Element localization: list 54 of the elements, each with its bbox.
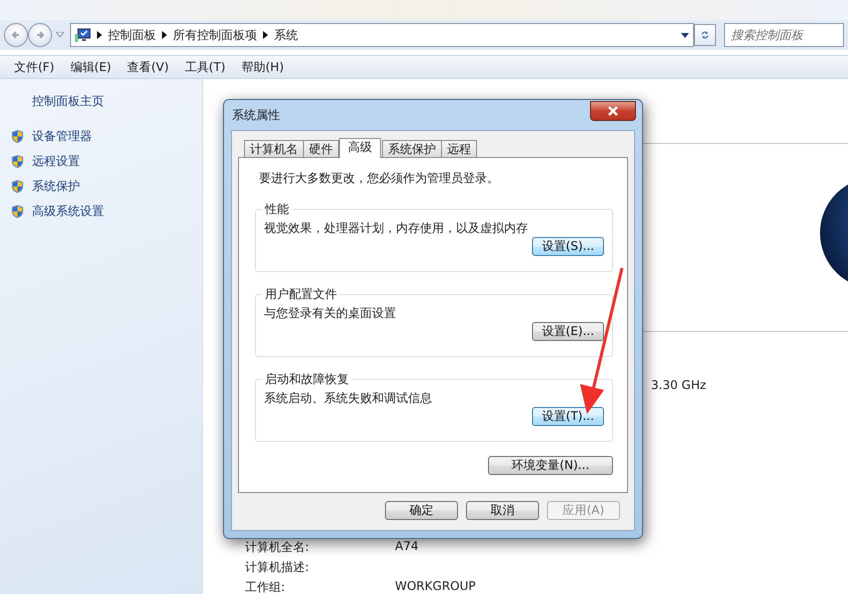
field-label: 工作组: — [245, 579, 286, 594]
breadcrumb-arrow-icon[interactable] — [162, 31, 167, 39]
breadcrumb-arrow-icon[interactable] — [263, 31, 268, 39]
address-bar[interactable]: 控制面板 所有控制面板项 系统 — [70, 23, 694, 47]
settings-button[interactable]: 设置(E)... — [532, 322, 604, 341]
shield-icon — [10, 154, 25, 169]
field-label: 计算机全名: — [245, 539, 310, 556]
dropdown-caret-icon[interactable] — [681, 32, 689, 38]
computer-monitor-icon — [75, 28, 91, 42]
group-title: 启动和故障恢复 — [264, 371, 350, 388]
field-label: 计算机描述: — [245, 559, 310, 576]
environment-variables-button[interactable]: 环境变量(N)... — [488, 456, 613, 475]
processor-speed: 3.30 GHz — [651, 378, 708, 392]
breadcrumb-item[interactable]: 系统 — [274, 26, 298, 44]
group-title: 性能 — [264, 201, 290, 218]
field-value: A74 — [395, 539, 420, 555]
sidebar-link[interactable]: 系统保护 — [32, 178, 80, 195]
forward-button[interactable] — [28, 23, 52, 47]
notice-text: 要进行大多数更改，您必须作为管理员登录。 — [259, 170, 500, 187]
settings-button[interactable]: 设置(T)... — [532, 407, 604, 426]
shield-icon — [10, 129, 25, 144]
settings-button[interactable]: 设置(S)... — [532, 237, 604, 256]
dialog-title: 系统属性 — [232, 106, 281, 124]
tab[interactable]: 计算机名 — [244, 140, 304, 157]
close-x-icon[interactable] — [607, 106, 619, 116]
breadcrumb-arrow-icon[interactable] — [97, 31, 102, 39]
breadcrumb-item[interactable]: 所有控制面板项 — [173, 26, 257, 44]
sidebar-link[interactable]: 远程设置 — [32, 153, 80, 170]
sidebar-link[interactable]: 高级系统设置 — [32, 203, 104, 220]
dialog-button[interactable]: 确定 — [385, 501, 458, 520]
tab[interactable]: 系统保护 — [382, 140, 442, 157]
group-description: 视觉效果，处理器计划，内存使用，以及虚拟内存 — [264, 220, 529, 237]
tab[interactable]: 远程 — [441, 140, 477, 157]
breadcrumb-item[interactable]: 控制面板 — [108, 26, 156, 44]
sidebar-link[interactable]: 设备管理器 — [32, 128, 92, 145]
close-button[interactable] — [590, 101, 636, 121]
shield-icon — [10, 179, 25, 194]
tab[interactable]: 硬件 — [303, 140, 339, 157]
menu-item[interactable]: 工具(T) — [176, 58, 234, 76]
shield-icon — [10, 204, 25, 219]
search-field[interactable]: 搜索控制面板 — [724, 23, 844, 47]
group-title: 用户配置文件 — [264, 286, 338, 303]
dialog-button[interactable]: 取消 — [466, 501, 539, 520]
menu-item[interactable]: 编辑(E) — [62, 58, 120, 76]
tab[interactable]: 高级 — [339, 138, 381, 158]
group-description: 与您登录有关的桌面设置 — [264, 305, 397, 322]
group-description: 系统启动、系统失败和调试信息 — [264, 390, 433, 407]
menu-item[interactable]: 文件(F) — [6, 58, 62, 76]
menu-item[interactable]: 查看(V) — [119, 58, 177, 76]
menu-item[interactable]: 帮助(H) — [234, 58, 292, 76]
refresh-button[interactable] — [694, 24, 716, 46]
field-value: WORKGROUP — [395, 579, 476, 594]
back-button[interactable] — [4, 23, 28, 47]
sidebar-link[interactable]: 控制面板主页 — [32, 93, 202, 110]
